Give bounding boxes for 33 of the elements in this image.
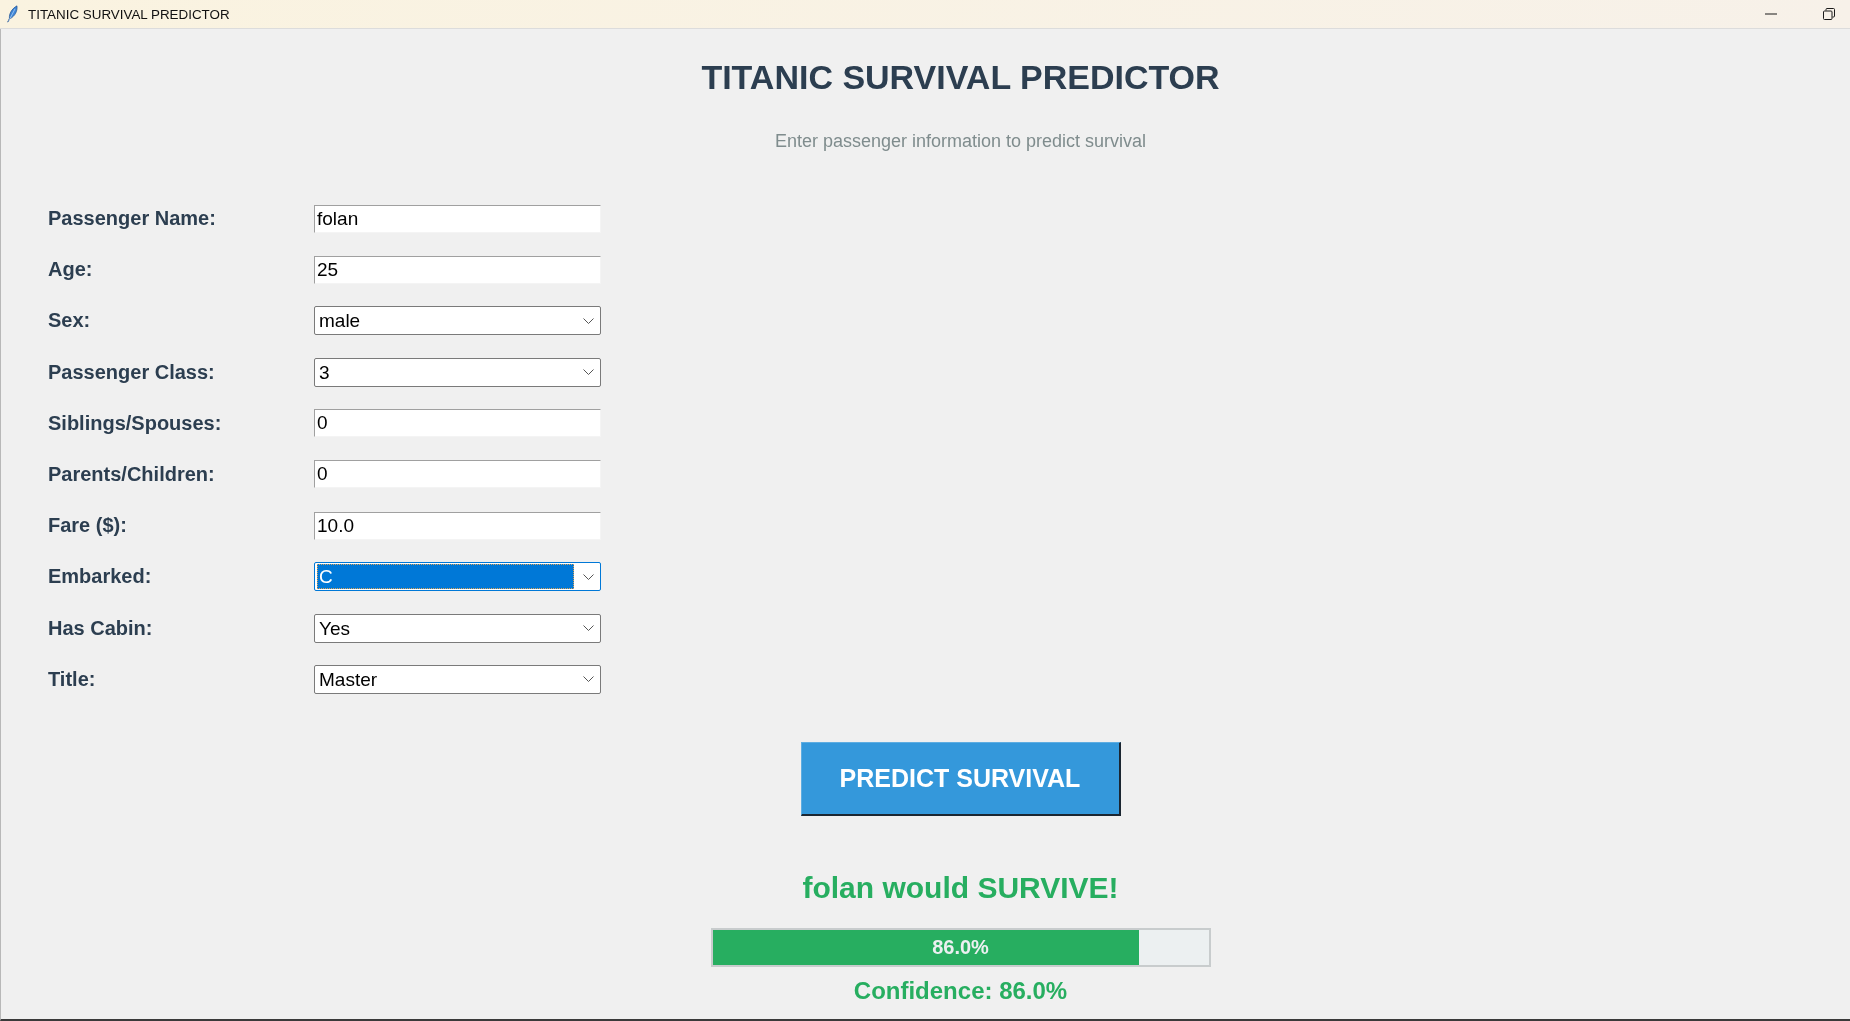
- result-message: folan would SURVIVE!: [802, 869, 1119, 905]
- window-title: TITANIC SURVIVAL PREDICTOR: [28, 6, 230, 22]
- confidence-text: Confidence: 86.0%: [853, 976, 1068, 1005]
- field-label: Has Cabin:: [48, 616, 154, 640]
- text-field[interactable]: 25: [314, 255, 601, 284]
- field-label: Title:: [48, 667, 97, 691]
- progress-label: 86.0%: [932, 935, 989, 960]
- chevron-down-icon: [583, 573, 594, 580]
- chevron-down-icon: [583, 317, 594, 324]
- text-field[interactable]: folan: [314, 204, 601, 233]
- field-label: Siblings/Spouses:: [48, 411, 223, 435]
- text-field[interactable]: 0: [314, 409, 601, 438]
- field-label: Age:: [48, 258, 94, 282]
- dropdown-field[interactable]: Master: [314, 664, 601, 694]
- app-heading: TITANIC SURVIVAL PREDICTOR: [701, 57, 1220, 97]
- chevron-down-icon: [583, 676, 594, 683]
- chevron-down-icon: [583, 625, 594, 631]
- text-field[interactable]: 10.0: [314, 511, 601, 540]
- field-label: Embarked:: [48, 565, 153, 589]
- field-label: Passenger Name:: [48, 207, 217, 230]
- field-label: Sex:: [48, 309, 92, 333]
- field-label: Fare ($):: [48, 514, 128, 538]
- feather-icon: [6, 5, 18, 23]
- subtitle-text: Enter passenger information to predict survival: [774, 131, 1147, 152]
- dropdown-field[interactable]: C: [314, 562, 601, 592]
- field-label: Passenger Class:: [48, 360, 216, 384]
- chevron-down-icon: [583, 369, 594, 376]
- dropdown-field[interactable]: Yes: [314, 613, 601, 643]
- text-field[interactable]: 0: [314, 460, 601, 489]
- dropdown-field[interactable]: male: [314, 306, 601, 336]
- restore-icon[interactable]: [1823, 8, 1835, 20]
- field-label: Parents/Children:: [48, 462, 216, 486]
- dropdown-field[interactable]: 3: [314, 357, 601, 387]
